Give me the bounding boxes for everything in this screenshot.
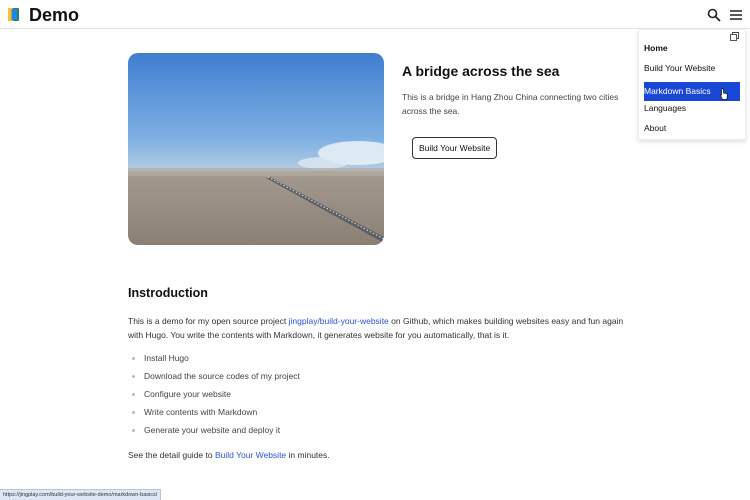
detail-guide-line: See the detail guide to Build Your Websi…: [128, 448, 330, 462]
list-item-text: Configure your website: [144, 389, 231, 399]
menu-item-home[interactable]: Home: [644, 39, 740, 58]
bullet-icon: [132, 429, 135, 432]
list-item-text: Download the source codes of my project: [144, 371, 300, 381]
book-icon[interactable]: [8, 8, 19, 21]
bullet-icon: [132, 375, 135, 378]
list-item: Download the source codes of my project: [128, 369, 300, 387]
detail-text-prefix: See the detail guide to: [128, 450, 215, 460]
bullet-icon: [132, 411, 135, 414]
build-your-website-button[interactable]: Build Your Website: [412, 137, 498, 159]
hero-title: A bridge across the sea: [402, 63, 560, 79]
list-item-text: Write contents with Markdown: [144, 407, 258, 417]
build-your-website-link[interactable]: Build Your Website: [215, 450, 286, 460]
list-item: Write contents with Markdown: [128, 405, 300, 423]
list-item: Generate your website and deploy it: [128, 423, 300, 441]
list-item-text: Generate your website and deploy it: [144, 425, 281, 435]
menu-item-about[interactable]: About: [644, 119, 740, 138]
introduction-heading: Instroduction: [128, 286, 208, 300]
hero-image: [128, 53, 384, 245]
hamburger-menu-icon[interactable]: [728, 7, 744, 23]
list-item-text: Install Hugo: [144, 353, 189, 363]
github-project-link[interactable]: jingplay/build-your-website: [289, 316, 389, 326]
steps-list: Install Hugo Download the source codes o…: [128, 351, 300, 441]
list-item: Install Hugo: [128, 351, 300, 369]
introduction-paragraph: This is a demo for my open source projec…: [128, 314, 628, 342]
search-icon[interactable]: [707, 8, 721, 22]
menu-item-languages[interactable]: Languages: [644, 99, 740, 118]
nav-dropdown-menu: Home Build Your Website Markdown Basics …: [638, 29, 746, 140]
status-bar-url: https://jingplay.com/build-your-website-…: [0, 489, 162, 500]
bullet-icon: [132, 393, 135, 396]
site-title[interactable]: Demo: [29, 5, 79, 26]
bullet-icon: [132, 357, 135, 360]
menu-item-build-your-website[interactable]: Build Your Website: [644, 59, 740, 78]
intro-text-prefix: This is a demo for my open source projec…: [128, 316, 289, 326]
top-bar: Demo: [0, 0, 750, 29]
hero-description: This is a bridge in Hang Zhou China conn…: [402, 92, 619, 116]
hand-pointer-icon: [720, 88, 728, 100]
detail-text-suffix: in minutes.: [286, 450, 330, 460]
list-item: Configure your website: [128, 387, 300, 405]
